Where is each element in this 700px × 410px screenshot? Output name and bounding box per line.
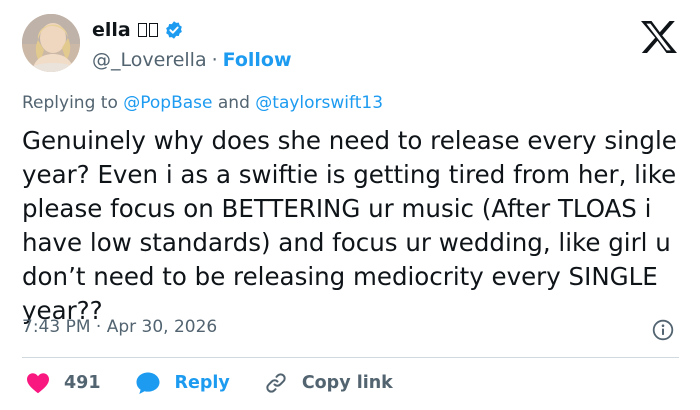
like-count: 491: [64, 373, 101, 393]
user-handle[interactable]: @_Loverella: [92, 49, 207, 71]
handle-row: @_Loverella · Follow: [92, 49, 292, 71]
replying-prefix: Replying to: [22, 93, 118, 113]
name-row: ella: [92, 19, 184, 41]
reply-button[interactable]: Reply: [135, 371, 230, 395]
tweet-card: ella @_Loverella · Follow Replying to @P…: [0, 0, 700, 410]
copy-link-label: Copy link: [301, 373, 393, 393]
name-emoji: [136, 23, 158, 37]
replying-conjunction: and: [217, 93, 250, 113]
like-button[interactable]: 491: [26, 372, 101, 394]
x-logo-icon[interactable]: [640, 20, 678, 54]
divider: [22, 357, 679, 358]
separator-dot: ·: [211, 49, 218, 71]
reply-label: Reply: [174, 373, 230, 393]
reply-bubble-icon: [136, 372, 160, 394]
avatar-image: [22, 14, 80, 72]
link-icon: [266, 373, 286, 393]
tweet-date: Apr 30, 2026: [106, 317, 218, 337]
display-name[interactable]: ella: [92, 19, 131, 41]
tweet-text: Genuinely why does she need to release e…: [22, 126, 677, 325]
avatar[interactable]: [22, 14, 80, 72]
missing-glyph-icon: [137, 23, 147, 37]
mention-link-taylorswift[interactable]: @taylorswift13: [255, 93, 383, 113]
info-icon[interactable]: [652, 319, 674, 341]
missing-glyph-icon: [148, 23, 158, 37]
copy-link-button[interactable]: Copy link: [264, 371, 393, 395]
mention-link-popbase[interactable]: @PopBase: [123, 93, 212, 113]
follow-button[interactable]: Follow: [223, 49, 292, 71]
tweet-timestamp[interactable]: 7:43 PM · Apr 30, 2026: [22, 317, 217, 337]
tweet-time: 7:43 PM: [22, 317, 91, 337]
verified-badge-icon: [165, 21, 182, 39]
separator-dot: ·: [95, 317, 102, 337]
action-bar: 491 Reply Copy link: [26, 370, 427, 396]
heart-icon: [27, 373, 49, 394]
replying-to-line: Replying to @PopBase and @taylorswift13: [22, 93, 383, 113]
